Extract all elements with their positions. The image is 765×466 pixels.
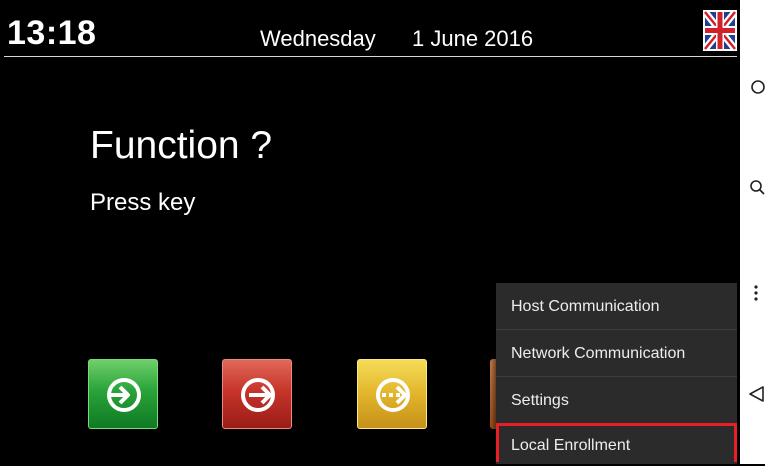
menu-item-host-communication[interactable]: Host Communication [496, 283, 737, 330]
dashed-arrow-circle-icon [376, 378, 410, 412]
arrow-out-circle-icon [241, 378, 275, 412]
menu-item-network-communication[interactable]: Network Communication [496, 330, 737, 377]
red-exit-key[interactable] [222, 359, 292, 429]
uk-flag-icon[interactable] [703, 10, 737, 51]
more-vert-icon[interactable] [748, 283, 765, 303]
date-full: 1 June 2016 [412, 26, 534, 51]
arrow-in-circle-icon [107, 378, 141, 412]
green-enter-key[interactable] [88, 359, 158, 429]
search-icon[interactable] [748, 178, 765, 198]
clock: 13:18 [7, 14, 97, 52]
instruction-text: Press key [90, 189, 196, 216]
overflow-menu: Host Communication Network Communication… [496, 283, 737, 464]
home-circle-icon[interactable] [748, 78, 765, 96]
page-title: Function ? [90, 124, 273, 167]
header-divider [4, 56, 737, 57]
yellow-key[interactable] [357, 359, 427, 429]
back-triangle-icon[interactable] [748, 384, 765, 404]
terminal-screen: 13:18 Wednesday 1 June 2016 Function ? P… [0, 0, 740, 464]
menu-item-settings[interactable]: Settings [496, 377, 737, 424]
date-weekday: Wednesday [260, 26, 376, 51]
menu-item-local-enrollment[interactable]: Local Enrollment [496, 423, 737, 462]
